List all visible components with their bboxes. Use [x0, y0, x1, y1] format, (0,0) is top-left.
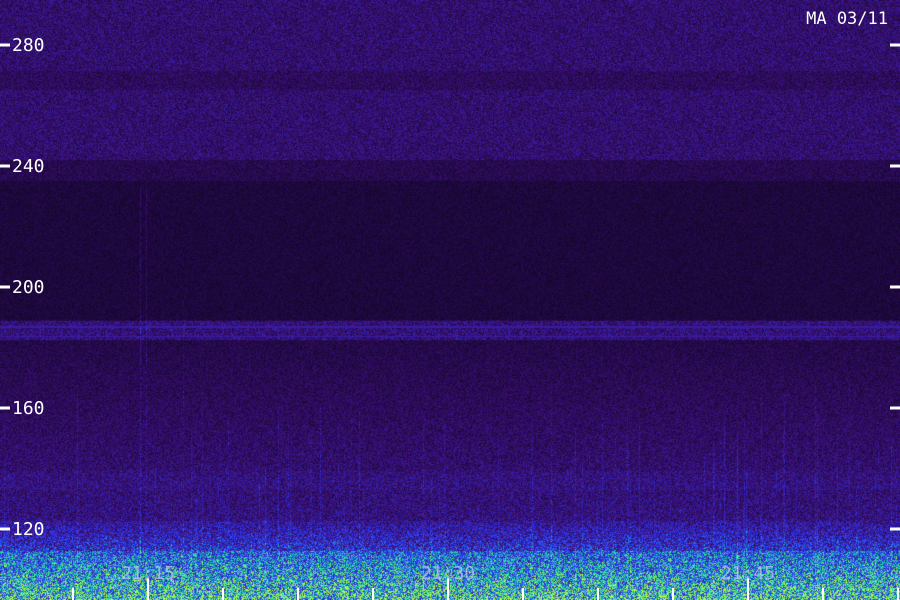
y-tick-label-240: 240	[12, 156, 45, 177]
x-tick-label-2: 21:45	[721, 563, 775, 584]
chart-title: MA 03/11	[806, 9, 888, 29]
axis-overlay: MA 03/11 280 240 200 160 120 21:15 21:30 21:45	[0, 9, 900, 600]
x-tick-label-0: 21:15	[121, 563, 175, 584]
y-tick-label-280: 280	[12, 35, 45, 56]
y-tick-label-120: 120	[12, 519, 45, 540]
x-tick-label-1: 21:30	[421, 563, 475, 584]
y-tick-label-200: 200	[12, 277, 45, 298]
spectrogram-view: MA 03/11 280 240 200 160 120 21:15 21:30 21:45	[0, 0, 900, 600]
y-tick-label-160: 160	[12, 398, 45, 419]
